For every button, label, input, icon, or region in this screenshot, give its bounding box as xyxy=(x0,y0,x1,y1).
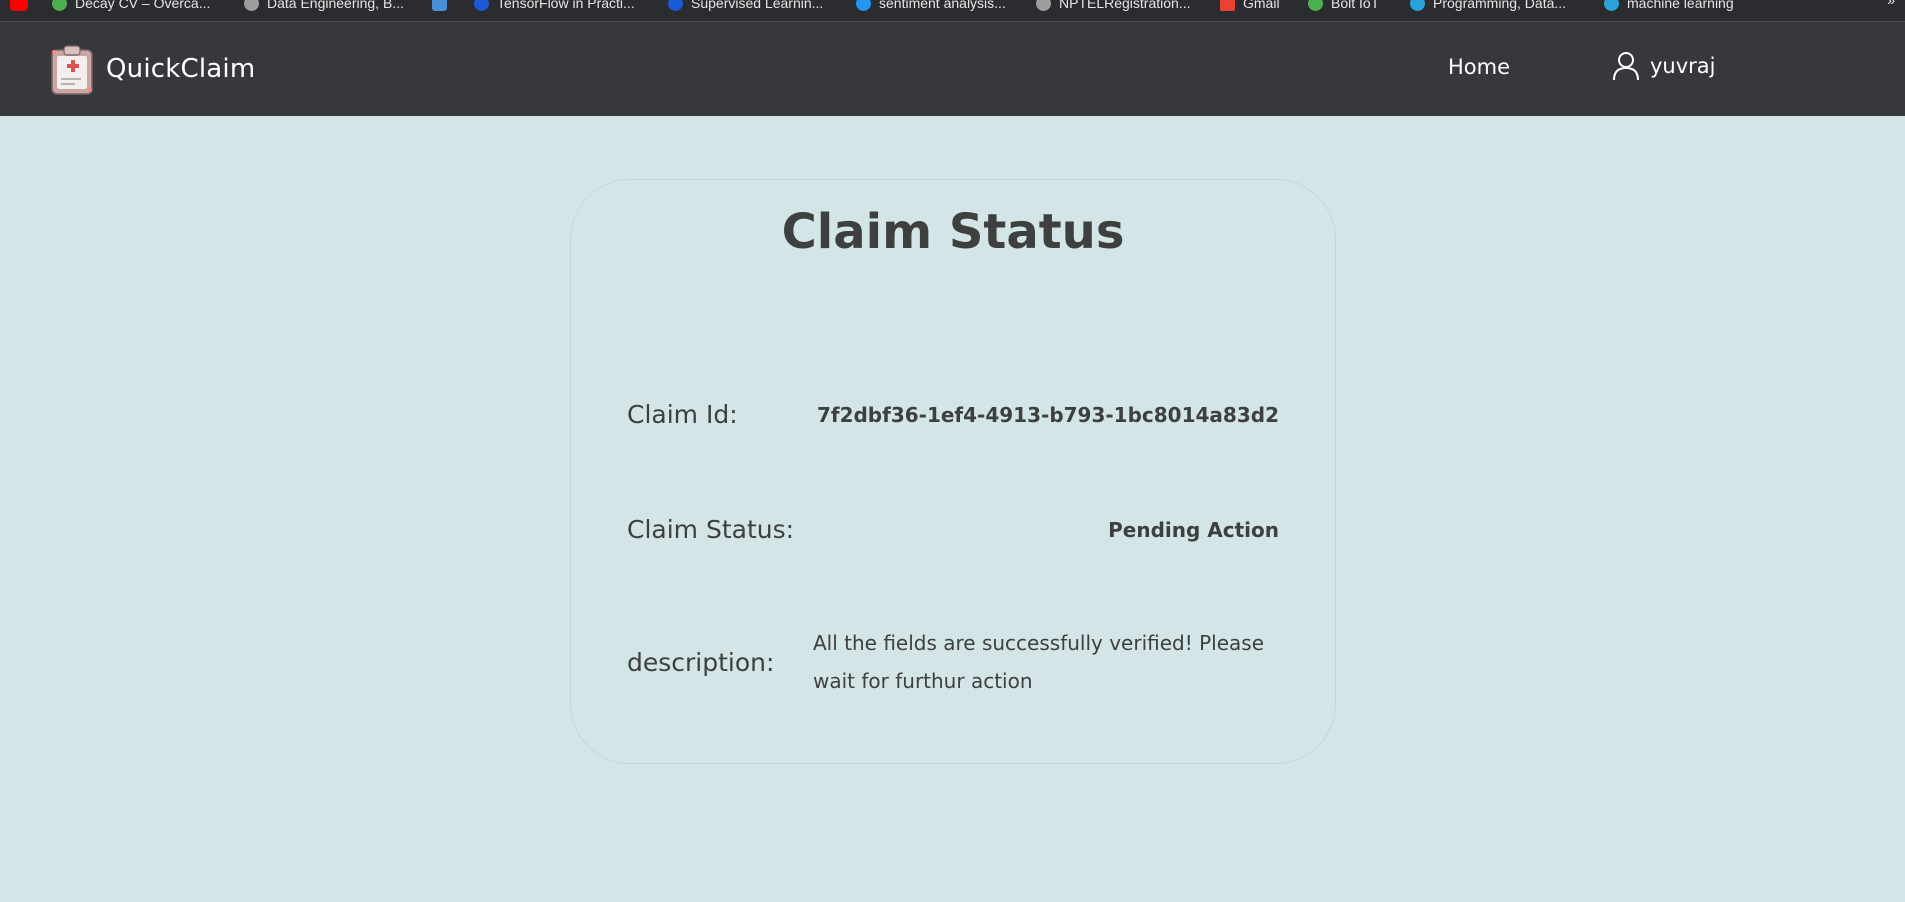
bookmarks-bar: Decay CV – Overca... Data Engineering, B… xyxy=(0,0,1905,22)
bookmark-label: Programming, Data... xyxy=(1433,0,1567,11)
bookmark-item[interactable] xyxy=(432,0,447,13)
claim-status-value: Pending Action xyxy=(1108,518,1279,542)
bookmark-label: Bolt IoT xyxy=(1331,0,1380,11)
gmail-icon xyxy=(1220,0,1235,11)
navbar: QuickClaim Home yuvraj xyxy=(0,22,1905,116)
user-menu[interactable]: yuvraj xyxy=(1612,51,1716,81)
bookmark-item[interactable]: Decay CV – Overca... xyxy=(52,0,210,13)
bookmark-item[interactable]: TensorFlow in Practi... xyxy=(474,0,635,13)
bookmark-label: machine learning xyxy=(1627,0,1734,11)
bookmark-favicon-icon xyxy=(1604,0,1619,11)
bookmark-label: Supervised Learnin... xyxy=(691,0,824,11)
brand-link[interactable]: QuickClaim xyxy=(46,42,255,96)
bookmark-favicon-icon xyxy=(474,0,489,11)
clipboard-logo-icon xyxy=(51,45,93,95)
bookmark-item[interactable]: machine learning xyxy=(1604,0,1734,13)
bookmark-favicon-icon xyxy=(52,0,67,11)
bookmark-label: sentiment analysis... xyxy=(879,0,1006,11)
bookmark-gmail[interactable]: Gmail xyxy=(1220,0,1280,13)
nav-home-link[interactable]: Home xyxy=(1448,55,1510,79)
description-label: description: xyxy=(627,648,775,677)
bookmark-favicon-icon xyxy=(432,0,447,11)
claim-status-card: Claim Status Claim Id: 7f2dbf36-1ef4-491… xyxy=(570,179,1336,764)
claim-status-label: Claim Status: xyxy=(627,515,795,544)
claim-id-value: 7f2dbf36-1ef4-4913-b793-1bc8014a83d2 xyxy=(816,403,1279,427)
bookmark-item[interactable]: Supervised Learnin... xyxy=(668,0,823,13)
bookmark-label: Decay CV – Overca... xyxy=(75,0,211,11)
bookmark-favicon-icon xyxy=(668,0,683,11)
bookmark-favicon-icon xyxy=(1308,0,1323,11)
bookmark-item[interactable]: Bolt IoT xyxy=(1308,0,1379,13)
username: yuvraj xyxy=(1650,54,1716,78)
user-icon xyxy=(1613,52,1639,81)
bookmark-favicon-icon xyxy=(244,0,259,11)
page-title: Claim Status xyxy=(781,204,1125,260)
bookmark-favicon-icon xyxy=(1036,0,1051,11)
bookmarks-more-button[interactable]: » xyxy=(1887,0,1895,8)
bookmark-favicon-icon xyxy=(856,0,871,11)
bookmark-youtube[interactable] xyxy=(10,0,28,13)
bookmark-label: TensorFlow in Practi... xyxy=(497,0,635,11)
bookmark-favicon-icon xyxy=(1410,0,1425,11)
youtube-icon xyxy=(10,0,28,11)
bookmark-label: Data Engineering, B... xyxy=(267,0,404,11)
description-value: All the fields are successfully verified… xyxy=(813,631,1265,693)
brand-name: QuickClaim xyxy=(106,54,256,84)
bookmark-label: NPTELRegistration... xyxy=(1059,0,1191,11)
bookmark-item[interactable]: NPTELRegistration... xyxy=(1036,0,1191,13)
bookmark-item[interactable]: Data Engineering, B... xyxy=(244,0,404,13)
bookmark-label: Gmail xyxy=(1243,0,1280,11)
bookmark-item[interactable]: sentiment analysis... xyxy=(856,0,1006,13)
claim-id-label: Claim Id: xyxy=(627,400,738,429)
bookmark-item[interactable]: Programming, Data... xyxy=(1410,0,1566,13)
